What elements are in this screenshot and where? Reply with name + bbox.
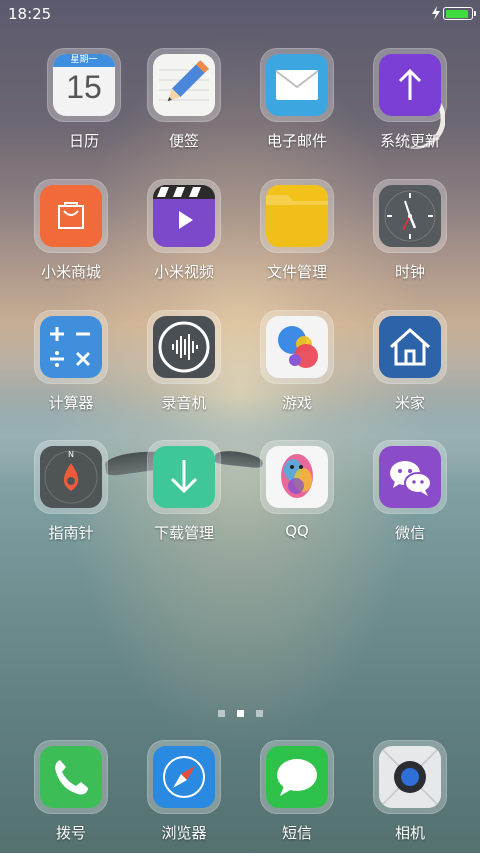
- app-wechat[interactable]: 微信: [355, 440, 465, 560]
- clapperboard-icon: [153, 185, 215, 247]
- app-label: 便签: [168, 132, 199, 150]
- app-label: 米家: [394, 394, 425, 412]
- app-updater[interactable]: 系统更新: [355, 48, 465, 168]
- page-indicator: [0, 702, 480, 721]
- home-icon: [379, 316, 441, 378]
- app-games[interactable]: 游戏: [242, 310, 352, 430]
- app-label: 录音机: [161, 394, 207, 412]
- envelope-icon: [266, 54, 328, 116]
- game-bubbles-icon: [266, 316, 328, 378]
- app-label: 拨号: [55, 824, 86, 842]
- page-dot[interactable]: [255, 710, 263, 717]
- app-files[interactable]: 文件管理: [242, 179, 352, 299]
- status-time: 18:25: [8, 5, 52, 23]
- app-label: 相机: [394, 824, 425, 842]
- calendar-weekday: 星期一: [53, 54, 115, 67]
- dock-browser[interactable]: 浏览器: [129, 740, 239, 860]
- download-arrow-icon: [153, 446, 215, 508]
- calendar-icon: 星期一 15: [53, 54, 115, 116]
- charging-icon: [432, 6, 440, 20]
- app-label: 日历: [68, 132, 99, 150]
- app-label: 时钟: [394, 263, 425, 281]
- status-bar: 18:25: [0, 0, 480, 28]
- app-label: 短信: [281, 824, 312, 842]
- app-label: 文件管理: [266, 263, 327, 281]
- phone-icon: [40, 746, 102, 808]
- app-qq[interactable]: QQ: [242, 440, 352, 560]
- svg-text:N: N: [68, 450, 74, 459]
- dock-messages[interactable]: 短信: [242, 740, 352, 860]
- app-email[interactable]: 电子邮件: [242, 48, 352, 168]
- compass-icon: N: [40, 446, 102, 508]
- soundwave-icon: [153, 316, 215, 378]
- dock-phone[interactable]: 拨号: [16, 740, 126, 860]
- app-label: 电子邮件: [266, 132, 327, 150]
- page-dot[interactable]: [217, 710, 225, 717]
- app-calendar[interactable]: 星期一 15 日历: [29, 48, 139, 168]
- app-clock[interactable]: 时钟: [355, 179, 465, 299]
- app-mihome[interactable]: 米家: [355, 310, 465, 430]
- clock-icon: [379, 185, 441, 247]
- app-label: 下载管理: [153, 524, 214, 542]
- app-recorder[interactable]: 录音机: [129, 310, 239, 430]
- app-label: 浏览器: [161, 824, 207, 842]
- app-compass[interactable]: N 指南针: [16, 440, 126, 560]
- camera-lens-icon: [379, 746, 441, 808]
- app-label: 小米视频: [153, 263, 214, 281]
- qq-penguin-icon: [266, 446, 328, 508]
- app-label: 计算器: [48, 394, 94, 412]
- page-dot-active[interactable]: [236, 710, 244, 717]
- app-calculator[interactable]: 计算器: [16, 310, 126, 430]
- calculator-icon: [40, 316, 102, 378]
- folder-icon: [266, 185, 328, 247]
- app-video[interactable]: 小米视频: [129, 179, 239, 299]
- shopping-bag-icon: [40, 185, 102, 247]
- dock-camera[interactable]: 相机: [355, 740, 465, 860]
- app-label: 游戏: [281, 394, 312, 412]
- message-bubble-icon: [266, 746, 328, 808]
- chat-bubbles-icon: [379, 446, 441, 508]
- app-label: 微信: [394, 524, 425, 542]
- calendar-date: 15: [66, 69, 102, 105]
- arrow-up-icon: [379, 54, 441, 116]
- pencil-icon: [153, 54, 215, 116]
- app-label: 系统更新: [379, 132, 440, 150]
- app-notes[interactable]: 便签: [129, 48, 239, 168]
- app-downloads[interactable]: 下载管理: [129, 440, 239, 560]
- battery-icon: [443, 7, 476, 20]
- app-label: 指南针: [48, 524, 94, 542]
- app-mall[interactable]: 小米商城: [16, 179, 126, 299]
- app-label: 小米商城: [40, 263, 101, 281]
- app-label: QQ: [285, 522, 309, 540]
- compass-needle-icon: [153, 746, 215, 808]
